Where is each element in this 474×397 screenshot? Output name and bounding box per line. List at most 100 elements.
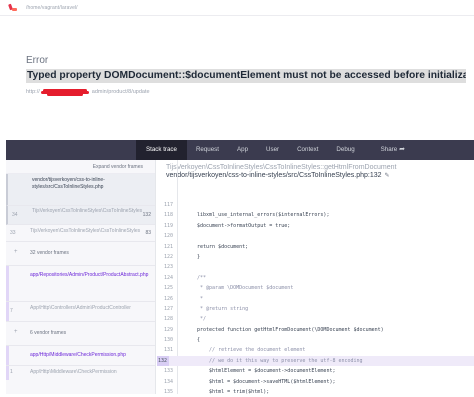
frame-file-name: vendor/tijsverkoyen/css-to-inline-styles… bbox=[32, 177, 105, 190]
app-frame-stripe bbox=[6, 302, 9, 321]
tab-debug[interactable]: Debug bbox=[327, 140, 363, 160]
stack-header: Expand vendor frames bbox=[6, 160, 155, 174]
expand-plus-icon: + bbox=[14, 329, 18, 335]
line-code: return $document; bbox=[197, 243, 249, 250]
stack-frame-file[interactable]: app/Repositories/Admin/Product/ProductAb… bbox=[6, 266, 155, 302]
vendor-frames-group[interactable]: + 6 vendor frames bbox=[6, 322, 155, 346]
line-number[interactable]: 130 bbox=[157, 335, 173, 345]
line-number[interactable]: 120 bbox=[157, 231, 173, 241]
edit-pencil-icon[interactable]: ✎ bbox=[385, 173, 390, 179]
frame-number: 7 bbox=[10, 308, 13, 314]
tab-app[interactable]: App bbox=[228, 140, 257, 160]
frame-number: 1 bbox=[10, 369, 13, 375]
code-line: 121 return $document; bbox=[157, 242, 474, 252]
share-button[interactable]: Share ➦ bbox=[372, 140, 414, 160]
request-url[interactable]: http:// admin/product/8/update bbox=[26, 89, 150, 96]
expand-plus-icon: + bbox=[14, 249, 18, 255]
ignition-logo-icon bbox=[8, 3, 18, 13]
stack-frame[interactable]: 34 TijsVerkoyen\CssToInlineStyles\CssToI… bbox=[6, 206, 155, 225]
stack-frame[interactable]: 1 App\Http\Middleware\CheckPermission bbox=[6, 366, 155, 380]
line-number[interactable]: 122 bbox=[157, 252, 173, 262]
frame-line: 132 bbox=[142, 212, 151, 218]
tab-context[interactable]: Context bbox=[288, 140, 327, 160]
code-line: 135 $html = trim($html); bbox=[157, 387, 474, 397]
line-number[interactable]: 127 bbox=[157, 304, 173, 314]
line-code: $html = trim($html); bbox=[197, 389, 270, 396]
line-number[interactable]: 134 bbox=[157, 377, 173, 387]
code-viewer: TijsVerkoyen\CssToInlineStyles\CssToInli… bbox=[157, 160, 474, 397]
line-number[interactable]: 126 bbox=[157, 294, 173, 304]
code-line: 128 */ bbox=[157, 314, 474, 324]
stack-frame[interactable]: 33 TijsVerkoyen\CssToInlineStyles\CssToI… bbox=[6, 225, 155, 242]
line-code: libxml_use_internal_errors($internalErro… bbox=[197, 212, 330, 219]
tab-stack-trace[interactable]: Stack trace bbox=[136, 140, 187, 160]
code-line: 120 bbox=[157, 231, 474, 241]
code-line: 126 * bbox=[157, 294, 474, 304]
top-bar: /home/vagrant/laravel/ bbox=[0, 0, 474, 16]
frame-line: 83 bbox=[145, 230, 151, 236]
frame-file-name: app/Http/Middleware/CheckPermission.php bbox=[30, 352, 126, 358]
code-line: 124 /** bbox=[157, 273, 474, 283]
line-number[interactable]: 133 bbox=[157, 366, 173, 376]
redacted-host-scribble bbox=[40, 89, 91, 96]
frame-class: TijsVerkoyen\CssToInlineStyles\CssToInli… bbox=[30, 228, 141, 234]
line-number[interactable]: 118 bbox=[157, 210, 173, 220]
expand-vendor-frames-link[interactable]: Expand vendor frames bbox=[93, 164, 143, 170]
frame-class: App\Http\Controllers\Admin\ProductContro… bbox=[30, 305, 131, 311]
line-number[interactable]: 135 bbox=[157, 387, 173, 397]
app-frame-stripe bbox=[6, 346, 9, 365]
code-line: 134 $html = $document->saveHTML($htmlEle… bbox=[157, 377, 474, 387]
line-number[interactable]: 131 bbox=[157, 345, 173, 355]
vendor-frames-count: 6 vendor frames bbox=[30, 330, 67, 336]
error-message: Typed property DOMDocument::$documentEle… bbox=[26, 69, 466, 83]
line-code: */ bbox=[197, 316, 207, 323]
stack-frames-pane: Expand vendor frames vendor/tijsverkoyen… bbox=[6, 160, 156, 394]
line-code: $document->formatOutput = true; bbox=[197, 222, 291, 229]
line-number[interactable]: 132 bbox=[157, 355, 169, 367]
frame-class: App\Http\Middleware\CheckPermission bbox=[30, 369, 117, 375]
line-code: { bbox=[197, 337, 201, 344]
line-code: // we do it this way to preserve the utf… bbox=[197, 357, 363, 364]
code-line: 117 bbox=[157, 200, 474, 210]
url-suffix: admin/product/8/update bbox=[91, 89, 150, 95]
line-number[interactable]: 121 bbox=[157, 242, 173, 252]
line-code: // retrieve the document element bbox=[197, 347, 306, 354]
frame-method-title: TijsVerkoyen\CssToInlineStyles\CssToInli… bbox=[166, 164, 397, 171]
stack-frame-file[interactable]: app/Http/Middleware/CheckPermission.php bbox=[6, 346, 155, 366]
line-number[interactable]: 123 bbox=[157, 262, 173, 272]
share-label: Share bbox=[380, 146, 398, 153]
tab-bar: Stack trace Request App User Context Deb… bbox=[6, 140, 474, 160]
error-type: Error bbox=[26, 55, 49, 66]
line-number[interactable]: 119 bbox=[157, 221, 173, 231]
line-number[interactable]: 117 bbox=[157, 200, 173, 210]
stack-frame[interactable]: 7 App\Http\Controllers\Admin\ProductCont… bbox=[6, 302, 155, 322]
line-code: /** bbox=[197, 274, 207, 281]
code-line: 123 bbox=[157, 262, 474, 272]
url-prefix: http:// bbox=[26, 89, 40, 95]
frame-class: TijsVerkoyen\CssToInlineStyles\CssToInli… bbox=[32, 208, 143, 214]
vendor-frames-group[interactable]: + 32 vendor frames bbox=[6, 242, 155, 266]
line-code: $html = $document->saveHTML($htmlElement… bbox=[197, 378, 336, 385]
code-line: 131 // retrieve the document element bbox=[157, 345, 474, 355]
line-number[interactable]: 124 bbox=[157, 273, 173, 283]
line-code: * @param \DOMDocument $document bbox=[197, 285, 294, 292]
frame-file-path: vendor/tijsverkoyen/css-to-inline-styles… bbox=[166, 172, 474, 179]
app-frame-stripe bbox=[6, 266, 9, 301]
line-code: protected function getHtmlFromDocument(\… bbox=[197, 326, 384, 333]
code-line: 122} bbox=[157, 252, 474, 262]
code-line: 125 * @param \DOMDocument $document bbox=[157, 283, 474, 293]
tab-user[interactable]: User bbox=[257, 140, 288, 160]
line-number[interactable]: 128 bbox=[157, 314, 173, 324]
tab-request[interactable]: Request bbox=[187, 140, 228, 160]
app-frame-stripe bbox=[6, 366, 9, 380]
code-line: 127 * @return string bbox=[157, 304, 474, 314]
line-number[interactable]: 129 bbox=[157, 325, 173, 335]
code-line: 118 libxml_use_internal_errors($internalE… bbox=[157, 210, 474, 220]
line-number[interactable]: 125 bbox=[157, 283, 173, 293]
stack-frame-file[interactable]: vendor/tijsverkoyen/css-to-inline-styles… bbox=[6, 174, 155, 206]
line-code: $htmlElement = $document->documentElemen… bbox=[197, 368, 336, 375]
share-arrow-icon: ➦ bbox=[399, 146, 406, 153]
line-code: } bbox=[197, 253, 201, 260]
code-line: 130 { bbox=[157, 335, 474, 345]
code-line: 129 protected function getHtmlFromDocumen… bbox=[157, 325, 474, 335]
